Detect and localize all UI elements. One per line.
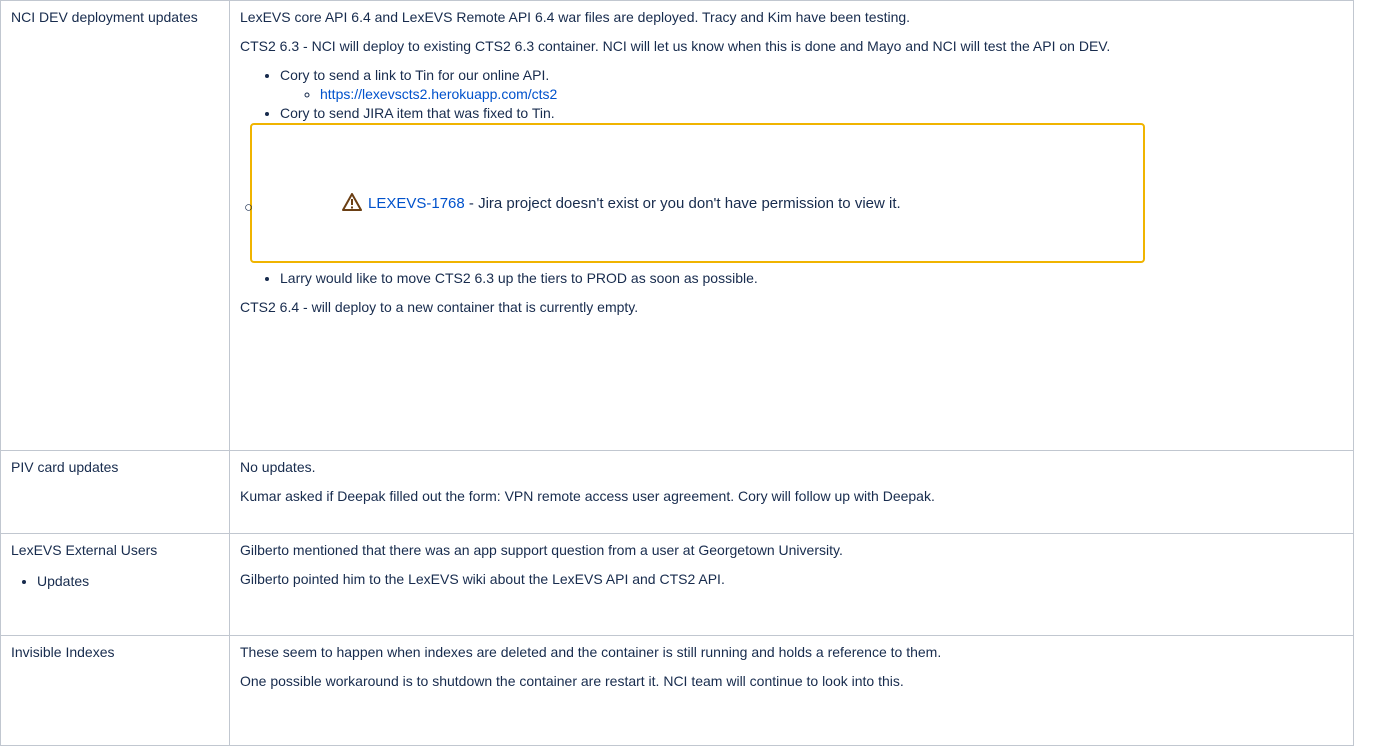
jira-issue-macro: ○ LEXEVS-1768 - Jira project doesn't exi… bbox=[244, 123, 1145, 263]
jira-error-message: - Jira project doesn't exist or you don'… bbox=[464, 195, 901, 212]
list-item: Updates bbox=[37, 572, 219, 591]
note-paragraph: One possible workaround is to shutdown t… bbox=[240, 673, 904, 689]
note-paragraph: No updates. bbox=[240, 459, 316, 475]
note-paragraph: LexEVS core API 6.4 and LexEVS Remote AP… bbox=[240, 9, 911, 25]
note-paragraph: These seem to happen when indexes are de… bbox=[240, 644, 942, 660]
topic-label: PIV card updates bbox=[11, 459, 119, 475]
topic-label: NCI DEV deployment updates bbox=[11, 9, 198, 25]
topic-label: Invisible Indexes bbox=[11, 644, 115, 660]
jira-issue-link[interactable]: LEXEVS-1768 bbox=[368, 195, 465, 212]
topic-sub-list: Updates bbox=[11, 572, 219, 591]
table-row: PIV card updates No updates. Kumar asked… bbox=[0, 450, 1354, 534]
meeting-notes-table: NCI DEV deployment updates LexEVS core A… bbox=[0, 0, 1354, 746]
circle-bullet: ○ bbox=[244, 199, 254, 216]
table-row: LexEVS External Users Updates Gilberto m… bbox=[0, 533, 1354, 636]
list-item-text: Larry would like to move CTS2 6.3 up the… bbox=[280, 270, 758, 286]
topic-label: LexEVS External Users bbox=[11, 542, 158, 558]
note-paragraph: CTS2 6.3 - NCI will deploy to existing C… bbox=[240, 38, 1111, 54]
table-row: Invisible Indexes These seem to happen w… bbox=[0, 635, 1354, 746]
topic-cell: LexEVS External Users Updates bbox=[0, 533, 230, 636]
topic-cell: Invisible Indexes bbox=[0, 635, 230, 746]
list-item: Cory to send JIRA item that was fixed to… bbox=[244, 104, 1343, 263]
warning-icon bbox=[342, 188, 362, 226]
topic-cell: PIV card updates bbox=[0, 450, 230, 534]
notes-cell: No updates. Kumar asked if Deepak filled… bbox=[229, 450, 1354, 534]
topic-cell: NCI DEV deployment updates bbox=[0, 0, 230, 451]
list-item: Cory to send a link to Tin for our onlin… bbox=[280, 66, 1343, 104]
action-list: Cory to send a link to Tin for our onlin… bbox=[240, 66, 1343, 288]
note-paragraph: Gilberto mentioned that there was an app… bbox=[240, 542, 843, 558]
api-link[interactable]: https://lexevscts2.herokuapp.com/cts2 bbox=[320, 86, 557, 102]
notes-cell: Gilberto mentioned that there was an app… bbox=[229, 533, 1354, 636]
list-item-text: Cory to send JIRA item that was fixed to… bbox=[280, 105, 555, 121]
notes-cell: LexEVS core API 6.4 and LexEVS Remote AP… bbox=[229, 0, 1354, 451]
list-item: Larry would like to move CTS2 6.3 up the… bbox=[280, 269, 1343, 288]
list-item-text: Cory to send a link to Tin for our onlin… bbox=[280, 67, 550, 83]
note-paragraph: Kumar asked if Deepak filled out the for… bbox=[240, 488, 935, 504]
table-row: NCI DEV deployment updates LexEVS core A… bbox=[0, 0, 1354, 451]
sub-list: https://lexevscts2.herokuapp.com/cts2 bbox=[280, 85, 1343, 104]
notes-cell: These seem to happen when indexes are de… bbox=[229, 635, 1354, 746]
jira-issue-line: LEXEVS-1768 - Jira project doesn't exist… bbox=[342, 185, 1142, 226]
note-paragraph: Gilberto pointed him to the LexEVS wiki … bbox=[240, 571, 725, 587]
list-item: https://lexevscts2.herokuapp.com/cts2 bbox=[320, 85, 1343, 104]
note-paragraph: CTS2 6.4 - will deploy to a new containe… bbox=[240, 299, 639, 315]
